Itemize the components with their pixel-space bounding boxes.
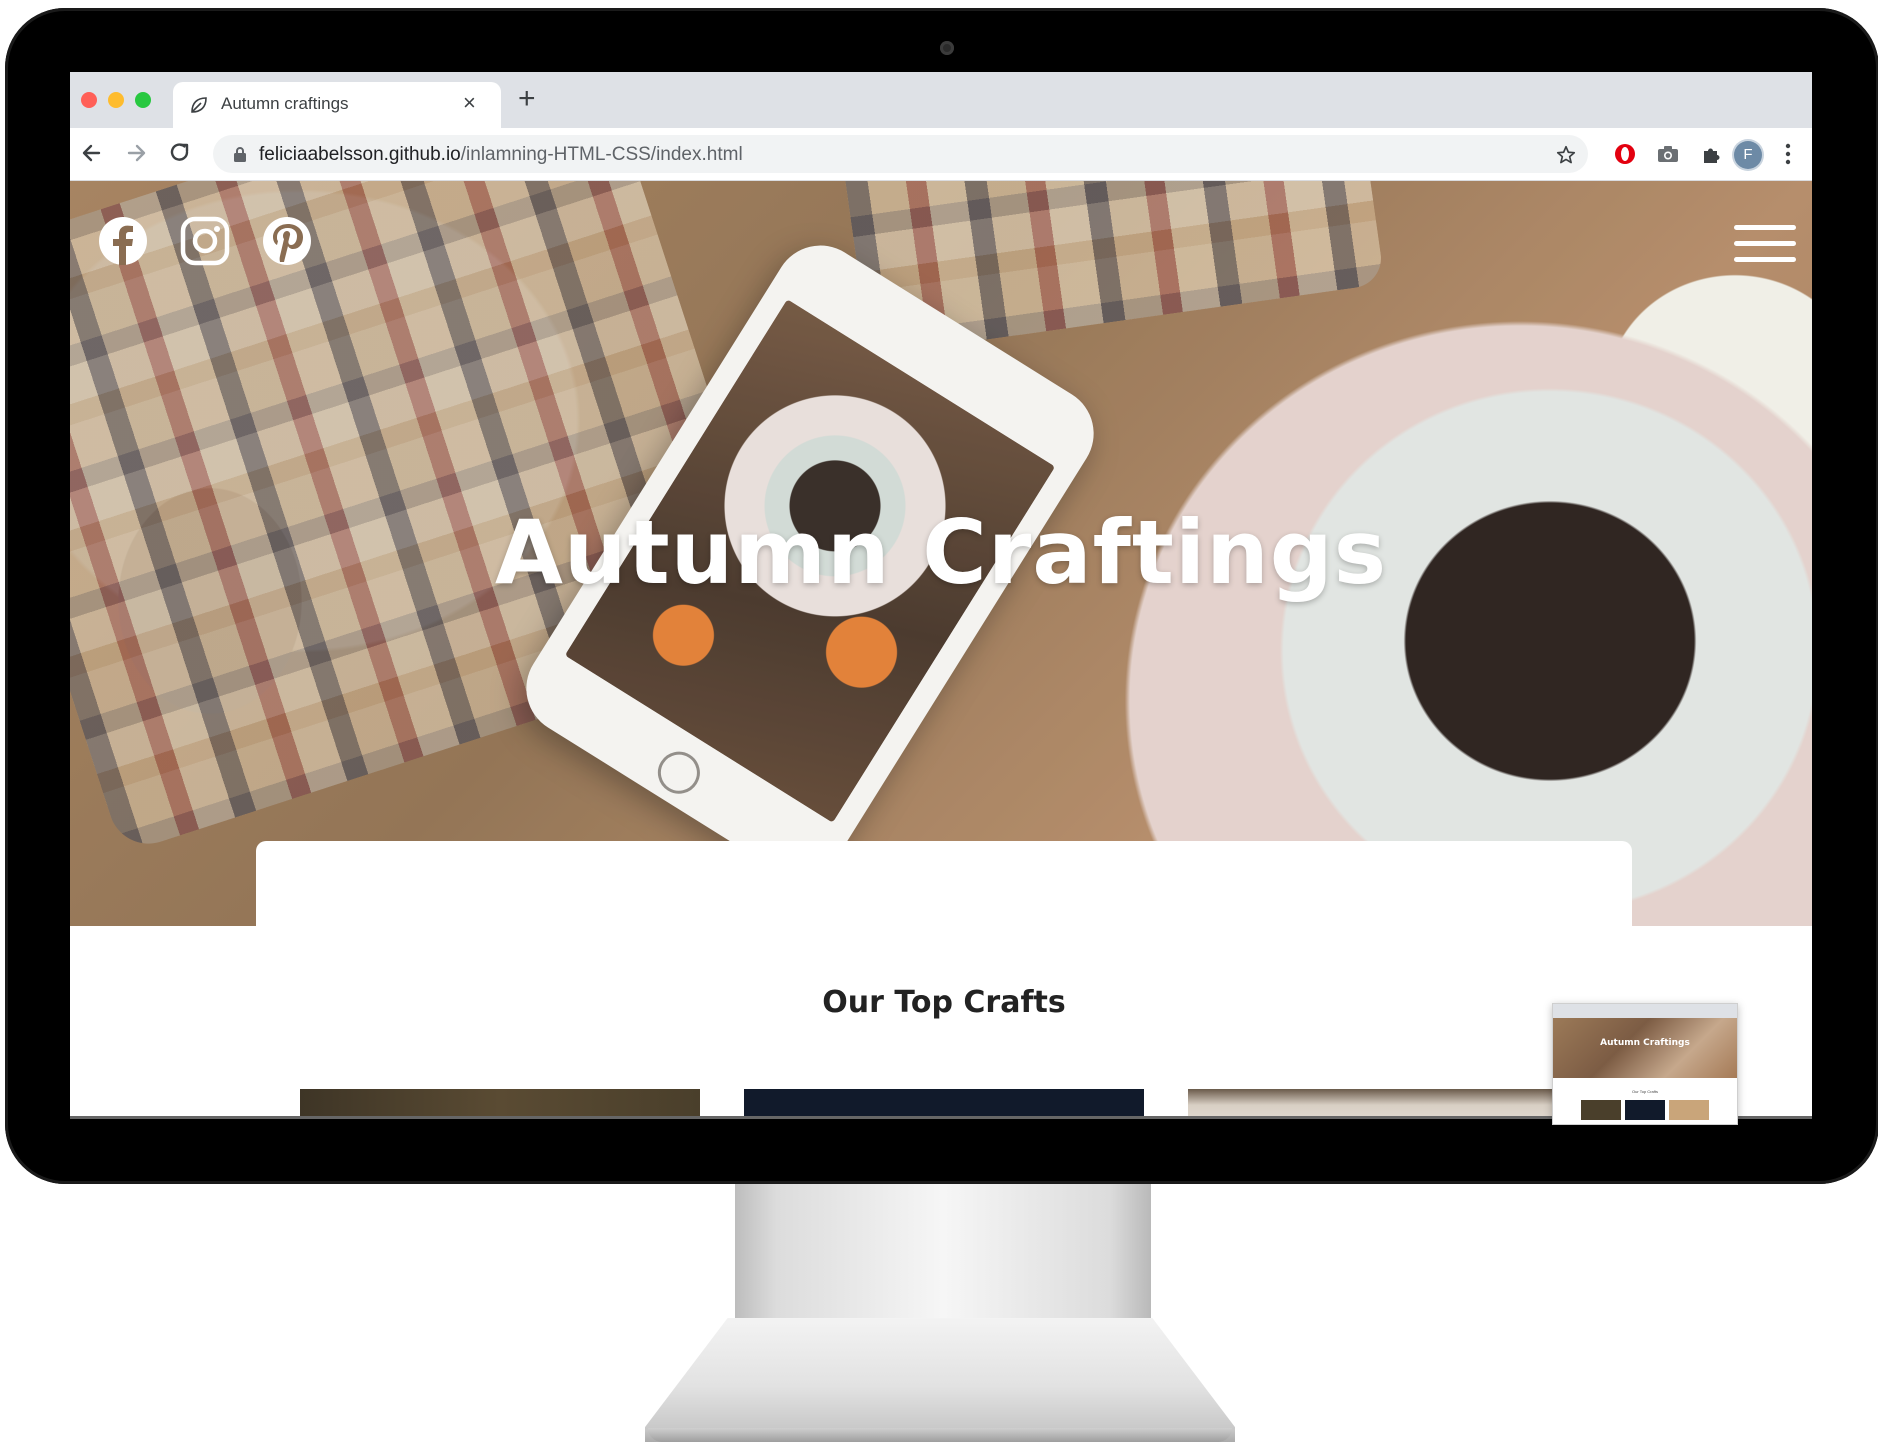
star-icon[interactable] <box>1555 144 1577 166</box>
web-page: Autumn Craftings Our Top Crafts <box>70 181 1812 1118</box>
craft-thumbnail[interactable] <box>1188 1089 1588 1118</box>
forward-arrow-icon[interactable] <box>123 140 149 166</box>
tab-autumn-craftings[interactable]: Autumn craftings × <box>173 82 501 128</box>
hero-title: Autumn Craftings <box>494 501 1388 604</box>
section-title: Our Top Crafts <box>822 985 1066 1020</box>
back-arrow-icon[interactable] <box>79 140 105 166</box>
monitor-stand-edge <box>648 1428 1232 1442</box>
opera-extension-icon[interactable] <box>1613 142 1637 166</box>
monitor-stand-base <box>645 1318 1235 1442</box>
webcam-icon <box>940 41 954 55</box>
mini-section-title: Our Top Crafts <box>1632 1089 1658 1094</box>
mini-hero-image <box>1553 1018 1737 1078</box>
url-host: feliciaabelsson.github.io <box>259 144 461 165</box>
url-path: /inlamning-HTML-CSS/index.html <box>460 144 743 165</box>
maximize-window-button[interactable] <box>135 92 151 108</box>
minimize-window-button[interactable] <box>108 92 124 108</box>
instagram-icon[interactable] <box>180 216 230 266</box>
lock-icon <box>234 147 246 162</box>
hero-image: Autumn Craftings <box>70 181 1812 926</box>
tab-title: Autumn craftings <box>221 94 349 113</box>
leaf-icon <box>191 97 207 113</box>
screenshot-thumbnail-preview[interactable]: Autumn Craftings Our Top Crafts <box>1552 1003 1738 1125</box>
browser-toolbar: feliciaabelsson.github.io/inlamning-HTML… <box>70 128 1812 181</box>
address-bar[interactable]: feliciaabelsson.github.io/inlamning-HTML… <box>213 135 1588 173</box>
close-tab-button[interactable]: × <box>463 90 476 116</box>
url-text: feliciaabelsson.github.io/inlamning-HTML… <box>259 144 743 166</box>
camera-extension-icon[interactable] <box>1656 142 1680 166</box>
mini-thumbnail <box>1625 1100 1665 1120</box>
screen-edge <box>70 1116 1812 1119</box>
craft-thumbnail[interactable] <box>300 1089 700 1118</box>
new-tab-button[interactable]: + <box>518 82 536 116</box>
facebook-icon[interactable] <box>98 216 148 266</box>
tab-bar: Autumn craftings × + <box>70 72 1812 128</box>
content-card: Our Top Crafts <box>256 841 1632 1118</box>
mini-thumbnail <box>1669 1100 1709 1120</box>
craft-thumbnail[interactable] <box>744 1089 1144 1118</box>
pinterest-icon[interactable] <box>262 216 312 266</box>
puzzle-extension-icon[interactable] <box>1700 142 1724 166</box>
profile-avatar[interactable]: F <box>1734 141 1762 169</box>
close-window-button[interactable] <box>81 92 97 108</box>
monitor-stand-neck <box>735 1184 1151 1334</box>
hamburger-menu-icon[interactable] <box>1734 225 1796 263</box>
mini-tab-bar <box>1553 1004 1737 1018</box>
reload-icon[interactable] <box>167 140 193 166</box>
mini-thumbnail <box>1581 1100 1621 1120</box>
mini-hero-title: Autumn Craftings <box>1600 1038 1690 1048</box>
browser-window: Autumn craftings × + feliciaabelsson.git… <box>70 72 1812 1118</box>
more-menu-icon[interactable] <box>1785 142 1791 166</box>
